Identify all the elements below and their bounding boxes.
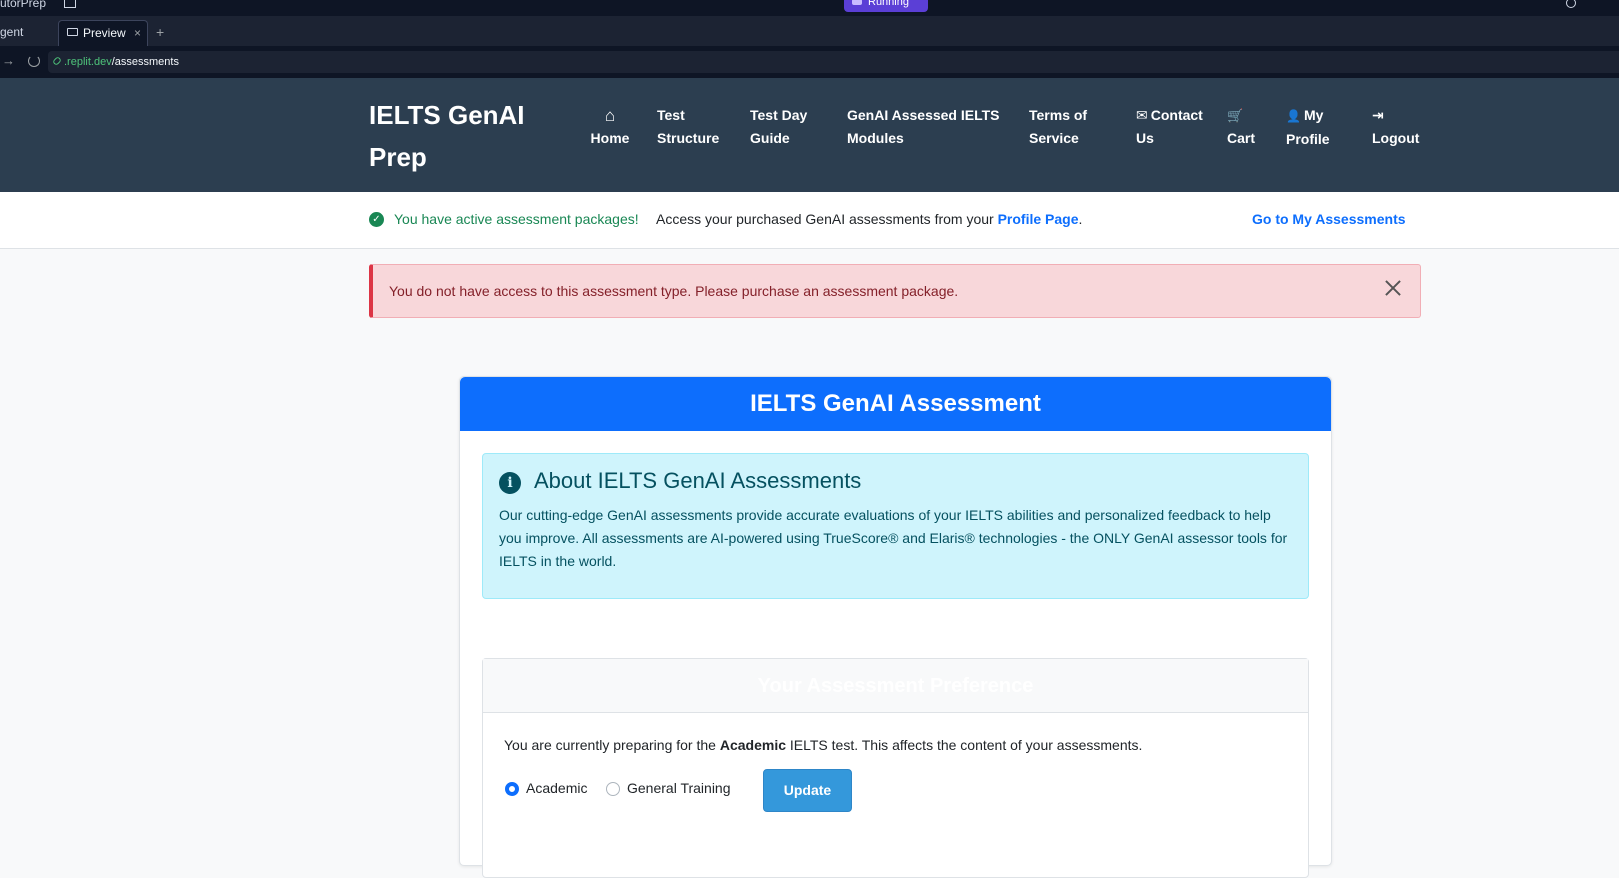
general-training-radio[interactable] [606,782,620,796]
nav-label: Test Day Guide [750,107,808,146]
link-icon [52,56,62,66]
assessment-card: IELTS GenAI Assessment i About IELTS Gen… [459,376,1332,878]
user-icon: 👤 [1286,109,1301,123]
brand-logo-text[interactable]: IELTS GenAI Prep [369,94,549,178]
profile-page-link[interactable]: Profile Page [998,211,1079,227]
academic-radio[interactable] [505,782,519,796]
running-icon [852,0,862,5]
nav-terms-of-service[interactable]: Terms of Service [1029,104,1109,150]
pref-line-suffix: IELTS test. This affects the content of … [789,737,1143,753]
url-domain: .replit.dev [64,56,112,68]
access-denied-alert: You do not have access to this assessmen… [369,264,1421,318]
access-prefix: Access your purchased GenAI assessments … [656,211,994,227]
tab-strip: gent Preview × + [0,16,1619,46]
card-title: IELTS GenAI Assessment [460,377,1331,431]
preference-description: You are currently preparing for the Acad… [504,737,1142,753]
tab-label: Preview [83,26,126,40]
nav-cart[interactable]: 🛒 Cart [1227,104,1263,150]
running-label: Running [868,0,909,8]
nav-my-profile[interactable]: 👤 My Profile [1286,104,1342,151]
url-bar: → .replit.dev/assessments [0,46,1619,78]
assessment-preference-card: Your Assessment Preference You are curre… [482,658,1309,878]
pref-line-prefix: You are currently preparing for the [504,737,716,753]
pref-line-bold: Academic [719,737,786,753]
site-navbar: IELTS GenAI Prep ⌂ Home Test Structure T… [0,78,1619,192]
alert-message: You do not have access to this assessmen… [389,283,959,299]
reload-icon[interactable] [28,55,40,67]
ide-top-bar: utorPrep Running [0,0,1619,16]
home-icon: ⌂ [604,106,616,125]
forward-arrow-icon[interactable]: → [2,53,15,68]
tab-preview[interactable]: Preview × [58,20,148,46]
nav-home[interactable]: ⌂ Home [585,104,635,150]
nav-label: GenAI Assessed IELTS Modules [847,107,1000,146]
monitor-icon [67,28,78,36]
info-circle-icon: i [499,472,521,494]
nav-label: Logout [1372,130,1420,146]
add-tab-button[interactable]: + [156,20,164,44]
tab-agent[interactable]: gent [0,20,56,46]
logout-icon: ⇥ [1372,107,1384,123]
nav-test-structure[interactable]: Test Structure [657,104,737,150]
access-period: . [1078,211,1083,227]
nav-genai-modules[interactable]: GenAI Assessed IELTS Modules [847,104,1007,150]
window-title: utorPrep [0,0,47,10]
search-icon[interactable] [1566,0,1576,8]
general-training-label[interactable]: General Training [627,780,731,796]
close-tab-icon[interactable]: × [134,21,141,45]
access-text: Access your purchased GenAI assessments … [656,211,1082,227]
nav-contact-us[interactable]: ✉ Contact Us [1136,104,1210,150]
nav-test-day-guide[interactable]: Test Day Guide [750,104,830,150]
go-to-my-assessments-link[interactable]: Go to My Assessments [1252,211,1406,227]
check-circle-icon: ✓ [369,212,384,227]
about-heading: About IELTS GenAI Assessments [534,468,862,493]
about-info-box: i About IELTS GenAI Assessments Our cutt… [482,453,1309,599]
nav-logout[interactable]: ⇥ Logout [1372,104,1428,150]
running-status-button[interactable]: Running [844,0,928,12]
cart-icon: 🛒 [1227,108,1244,123]
preference-title: Your Assessment Preference [483,659,1308,713]
url-field[interactable]: .replit.dev/assessments [48,51,1619,73]
envelope-icon: ✉ [1136,107,1148,123]
active-packages-text: You have active assessment packages! [394,211,639,227]
about-body: Our cutting-edge GenAI assessments provi… [499,507,1288,569]
tab-label: gent [0,25,24,39]
panel-icon[interactable] [64,0,76,8]
nav-label: Terms of Service [1029,107,1088,146]
nav-label: Cart [1227,130,1256,146]
nav-label: Home [590,130,630,146]
close-icon[interactable] [1384,279,1402,297]
update-button[interactable]: Update [763,769,852,812]
academic-label[interactable]: Academic [526,780,587,796]
url-path: /assessments [111,56,179,68]
nav-label: Test Structure [657,107,720,146]
active-packages-banner: ✓ You have active assessment packages! A… [0,192,1619,249]
